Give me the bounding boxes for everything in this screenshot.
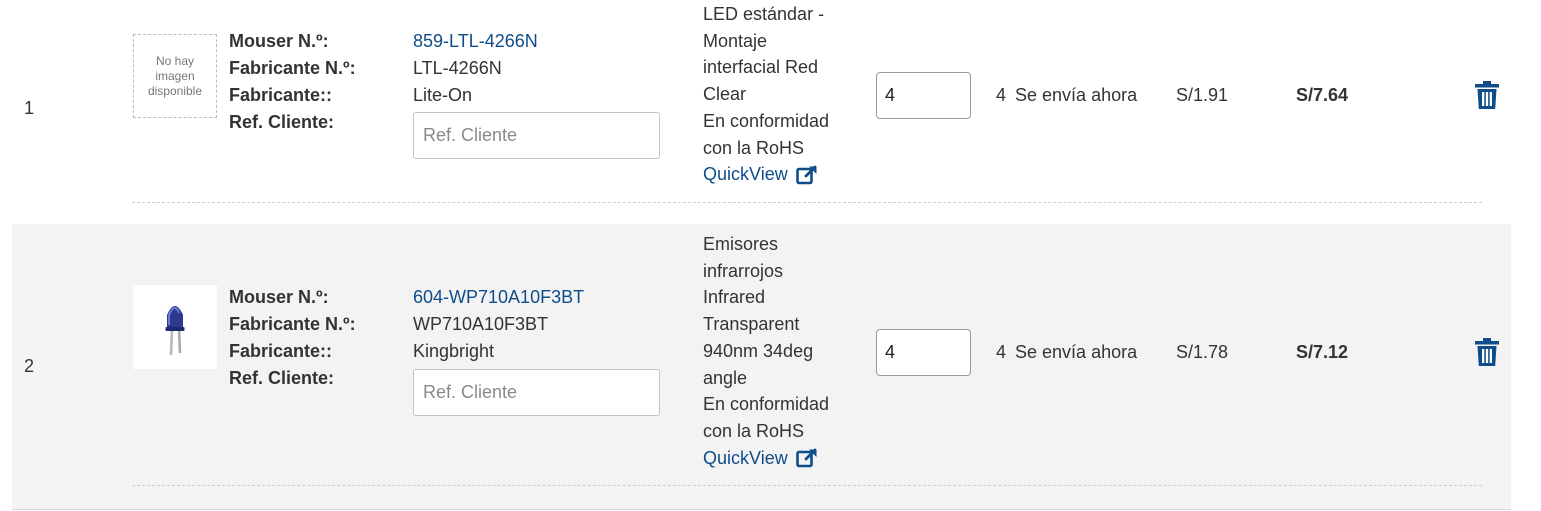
quickview-label: QuickView [703, 447, 788, 468]
manufacturer-no-label: Fabricante N.º: [229, 314, 356, 334]
description-line: Clear [703, 84, 747, 105]
manufacturer-no-label: Fabricante N.º: [229, 58, 356, 78]
mouser-no-label: Mouser N.º: [229, 287, 329, 307]
manufacturer-label: Fabricante:: [229, 85, 333, 105]
rohs-line: con la RoHS [703, 137, 805, 158]
part-labels: Mouser N.º: Fabricante N.º: Fabricante::… [229, 28, 356, 136]
manufacturer-name: Lite-On [413, 85, 473, 105]
description-line: Transparent [703, 314, 800, 335]
unit-price: S/1.78 [1176, 342, 1229, 362]
description-line: Montaje [703, 30, 768, 51]
row-divider [132, 485, 1482, 486]
manufacturer-part-no: LTL-4266N [413, 58, 502, 78]
external-link-icon [795, 165, 817, 184]
total-price: S/7.64 [1296, 85, 1349, 105]
product-description: LED estándar - Montaje interfacial Red C… [703, 1, 853, 188]
trash-icon[interactable] [1475, 338, 1499, 366]
row-index: 1 [24, 98, 35, 118]
product-image [133, 285, 217, 369]
mouser-no-label: Mouser N.º: [229, 31, 329, 51]
rohs-line: En conformidad [703, 110, 830, 131]
part-values: 604-WP710A10F3BT WP710A10F3BT Kingbright [413, 284, 584, 365]
no-image-text: No hay imagen disponible [147, 53, 203, 98]
description-line: infrarrojos [703, 260, 784, 281]
description-line: Emisores [703, 234, 779, 254]
external-link-icon [795, 448, 817, 468]
cart-row: 1 No hay imagen disponible Mouser N.º: F… [12, 0, 1511, 224]
manufacturer-part-no: WP710A10F3BT [413, 314, 549, 334]
trash-icon[interactable] [1475, 81, 1499, 109]
shipping-status: 4 Se envía ahora [996, 85, 1137, 106]
manufacturer-label: Fabricante:: [229, 341, 333, 361]
ship-count: 4 [996, 85, 1007, 105]
customer-ref-input[interactable] [413, 369, 660, 416]
manufacturer-name: Kingbright [413, 341, 495, 361]
cart-row: 2 Mouser N.º: Fabricante N.º: Fabricante… [12, 224, 1511, 510]
quantity-input[interactable] [876, 72, 971, 119]
part-values: 859-LTL-4266N LTL-4266N Lite-On [413, 28, 538, 109]
ship-count: 4 [996, 342, 1007, 362]
row-divider [132, 202, 1482, 203]
quantity-input[interactable] [876, 329, 971, 376]
customer-ref-input[interactable] [413, 112, 660, 159]
ship-text: Se envía ahora [1015, 85, 1138, 105]
quickview-label: QuickView [703, 164, 788, 185]
quickview-link[interactable]: QuickView [703, 161, 818, 188]
mouser-part-link[interactable]: 604-WP710A10F3BT [413, 287, 584, 307]
description-line: interfacial Red [703, 57, 819, 78]
description-line: Infrared [703, 287, 766, 308]
led-image [133, 285, 217, 369]
rohs-line: En conformidad [703, 394, 830, 415]
description-line: 940nm 34deg [703, 340, 814, 361]
quickview-link[interactable]: QuickView [703, 445, 818, 472]
description-line: LED estándar - [703, 4, 825, 24]
shipping-status: 4 Se envía ahora [996, 342, 1137, 363]
ship-text: Se envía ahora [1015, 342, 1138, 362]
description-line: angle [703, 367, 748, 388]
product-description: Emisores infrarrojos Infrared Transparen… [703, 231, 853, 471]
customer-ref-label: Ref. Cliente: [229, 112, 335, 132]
total-price: S/7.12 [1296, 342, 1349, 362]
rohs-line: con la RoHS [703, 420, 805, 441]
product-image-placeholder: No hay imagen disponible [133, 34, 217, 118]
part-labels: Mouser N.º: Fabricante N.º: Fabricante::… [229, 284, 356, 392]
mouser-part-link[interactable]: 859-LTL-4266N [413, 31, 538, 51]
row-index: 2 [24, 356, 35, 376]
customer-ref-label: Ref. Cliente: [229, 368, 335, 388]
unit-price: S/1.91 [1176, 85, 1229, 105]
